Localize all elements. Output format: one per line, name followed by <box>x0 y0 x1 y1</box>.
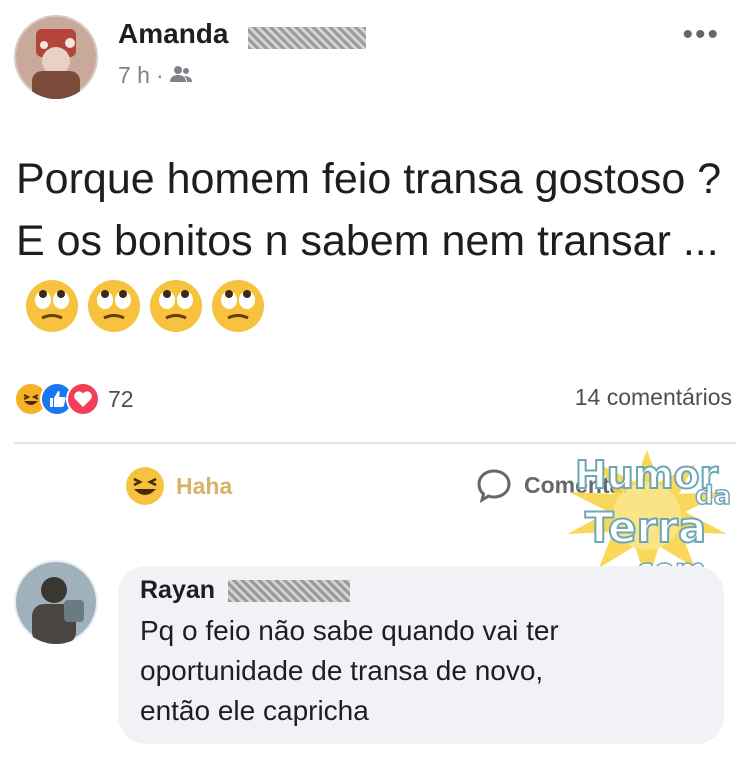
svg-text:Terra: Terra <box>585 503 706 552</box>
emoji-row <box>24 278 266 334</box>
comments-count-link[interactable]: 14 comentários <box>575 384 732 411</box>
redacted-surname <box>248 27 366 49</box>
comment-icon <box>477 469 511 504</box>
reactions-summary[interactable]: 72 <box>14 382 134 416</box>
rolling-eyes-emoji-icon <box>26 279 78 332</box>
commenter-name[interactable]: Rayan <box>140 576 702 605</box>
comment-line: então ele capricha <box>140 695 369 726</box>
author-avatar[interactable] <box>14 15 98 99</box>
rolling-eyes-emoji-icon <box>150 279 202 332</box>
rolling-eyes-emoji-icon <box>212 279 264 332</box>
comment-text: Pq o feio não sabe quando vai ter oportu… <box>140 611 702 731</box>
post-meta: 7 h · <box>118 62 192 89</box>
author-name[interactable]: Amanda <box>118 18 228 50</box>
rolling-eyes-emoji-icon <box>88 279 140 332</box>
comment-line: Pq o feio não sabe quando vai ter <box>140 615 559 646</box>
redacted-surname <box>228 580 350 602</box>
haha-icon <box>126 467 164 505</box>
meta-separator: · <box>155 62 164 88</box>
post-time[interactable]: 7 h <box>118 62 150 89</box>
comment-line: oportunidade de transa de novo, <box>140 655 544 686</box>
haha-react-button[interactable]: Haha <box>124 465 232 507</box>
more-options-button[interactable]: ••• <box>682 18 720 52</box>
post-text: Porque homem feio transa gostoso ? E os … <box>16 148 736 334</box>
friends-icon[interactable] <box>169 62 192 89</box>
love-icon <box>66 382 100 416</box>
reaction-count: 72 <box>108 385 134 412</box>
post-text-content: Porque homem feio transa gostoso ? E os … <box>16 155 722 265</box>
commenter-avatar[interactable] <box>14 560 98 644</box>
comment-bubble: Rayan Pq o feio não sabe quando vai ter … <box>118 566 724 744</box>
haha-label: Haha <box>176 472 233 499</box>
